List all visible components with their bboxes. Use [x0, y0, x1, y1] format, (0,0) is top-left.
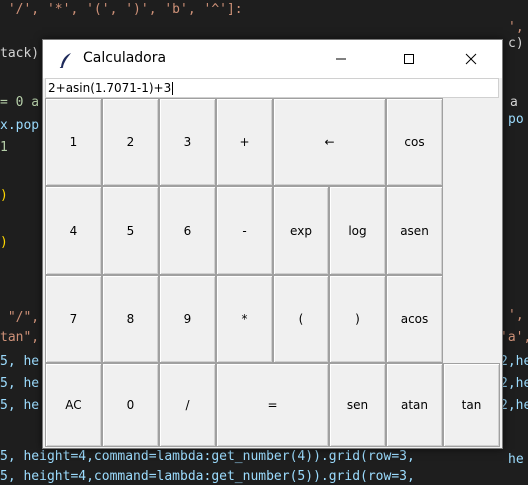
- code-line: 2,he: [500, 376, 528, 391]
- code-line: "/",: [0, 310, 40, 325]
- code-line: ): [0, 188, 8, 203]
- button-7[interactable]: 7: [45, 275, 102, 363]
- code-line: ',: [508, 20, 524, 35]
- code-line: po: [508, 112, 524, 127]
- minimize-icon: [336, 58, 346, 60]
- button-2[interactable]: 2: [102, 98, 159, 186]
- cos-button[interactable]: cos: [386, 98, 443, 186]
- code-line: tack): [0, 46, 40, 61]
- button-6[interactable]: 6: [159, 186, 216, 275]
- code-line: he: [508, 452, 524, 467]
- code-line: 2,he: [500, 398, 528, 413]
- code-line: '/', '*', '(', ')', 'b', '^']:: [0, 2, 243, 17]
- expression-entry[interactable]: 2+asin(1.7071-1)+3: [45, 78, 499, 98]
- window-title: Calculadora: [83, 50, 167, 66]
- code-line: 5, he: [0, 398, 40, 413]
- minimize-button[interactable]: [318, 40, 364, 78]
- code-line: 5, he: [0, 376, 40, 391]
- code-line: ',: [508, 308, 524, 323]
- code-line: = 0 a: [0, 95, 40, 110]
- button-1[interactable]: 1: [45, 98, 102, 186]
- tan-button[interactable]: tan: [443, 363, 500, 447]
- code-line: 'a',: [500, 330, 528, 345]
- asen-button[interactable]: asen: [386, 186, 443, 275]
- equals-button[interactable]: =: [216, 363, 329, 447]
- calculator-window: Calculadora 2+asin(1.7071-1)+3 1 2 3 + ←…: [42, 39, 503, 449]
- sen-button[interactable]: sen: [329, 363, 386, 447]
- backspace-button[interactable]: ←: [273, 98, 386, 186]
- code-line: ): [0, 235, 8, 250]
- right-paren-button[interactable]: ): [329, 275, 386, 363]
- left-paren-button[interactable]: (: [273, 275, 329, 363]
- button-5[interactable]: 5: [102, 186, 159, 275]
- code-line: 5, he: [0, 354, 40, 369]
- code-line: c): [508, 36, 524, 51]
- text-cursor: [172, 82, 174, 95]
- expression-text: 2+asin(1.7071-1)+3: [48, 81, 172, 95]
- clear-button[interactable]: AC: [45, 363, 102, 447]
- code-line: a: [510, 95, 518, 110]
- code-line: 2,he: [500, 354, 528, 369]
- log-button[interactable]: log: [329, 186, 386, 275]
- maximize-button[interactable]: [386, 40, 432, 78]
- code-line: 5, height=4,command=lambda:get_number(4)…: [0, 449, 415, 464]
- button-9[interactable]: 9: [159, 275, 216, 363]
- divide-button[interactable]: /: [159, 363, 216, 447]
- code-line: 1: [0, 140, 8, 155]
- tk-feather-icon: [59, 53, 71, 68]
- exp-button[interactable]: exp: [273, 186, 329, 275]
- button-0[interactable]: 0: [102, 363, 159, 447]
- code-line: tan",: [0, 330, 40, 345]
- close-icon: [465, 53, 477, 65]
- minus-button[interactable]: -: [216, 186, 273, 275]
- code-line: x.pop: [0, 118, 40, 133]
- button-4[interactable]: 4: [45, 186, 102, 275]
- maximize-icon: [404, 54, 414, 64]
- close-button[interactable]: [448, 40, 494, 78]
- code-line: 5, height=4,command=lambda:get_number(5)…: [0, 469, 415, 484]
- title-bar[interactable]: Calculadora: [43, 40, 502, 78]
- plus-button[interactable]: +: [216, 98, 273, 186]
- acos-button[interactable]: acos: [386, 275, 443, 363]
- button-8[interactable]: 8: [102, 275, 159, 363]
- multiply-button[interactable]: *: [216, 275, 273, 363]
- button-3[interactable]: 3: [159, 98, 216, 186]
- atan-button[interactable]: atan: [386, 363, 443, 447]
